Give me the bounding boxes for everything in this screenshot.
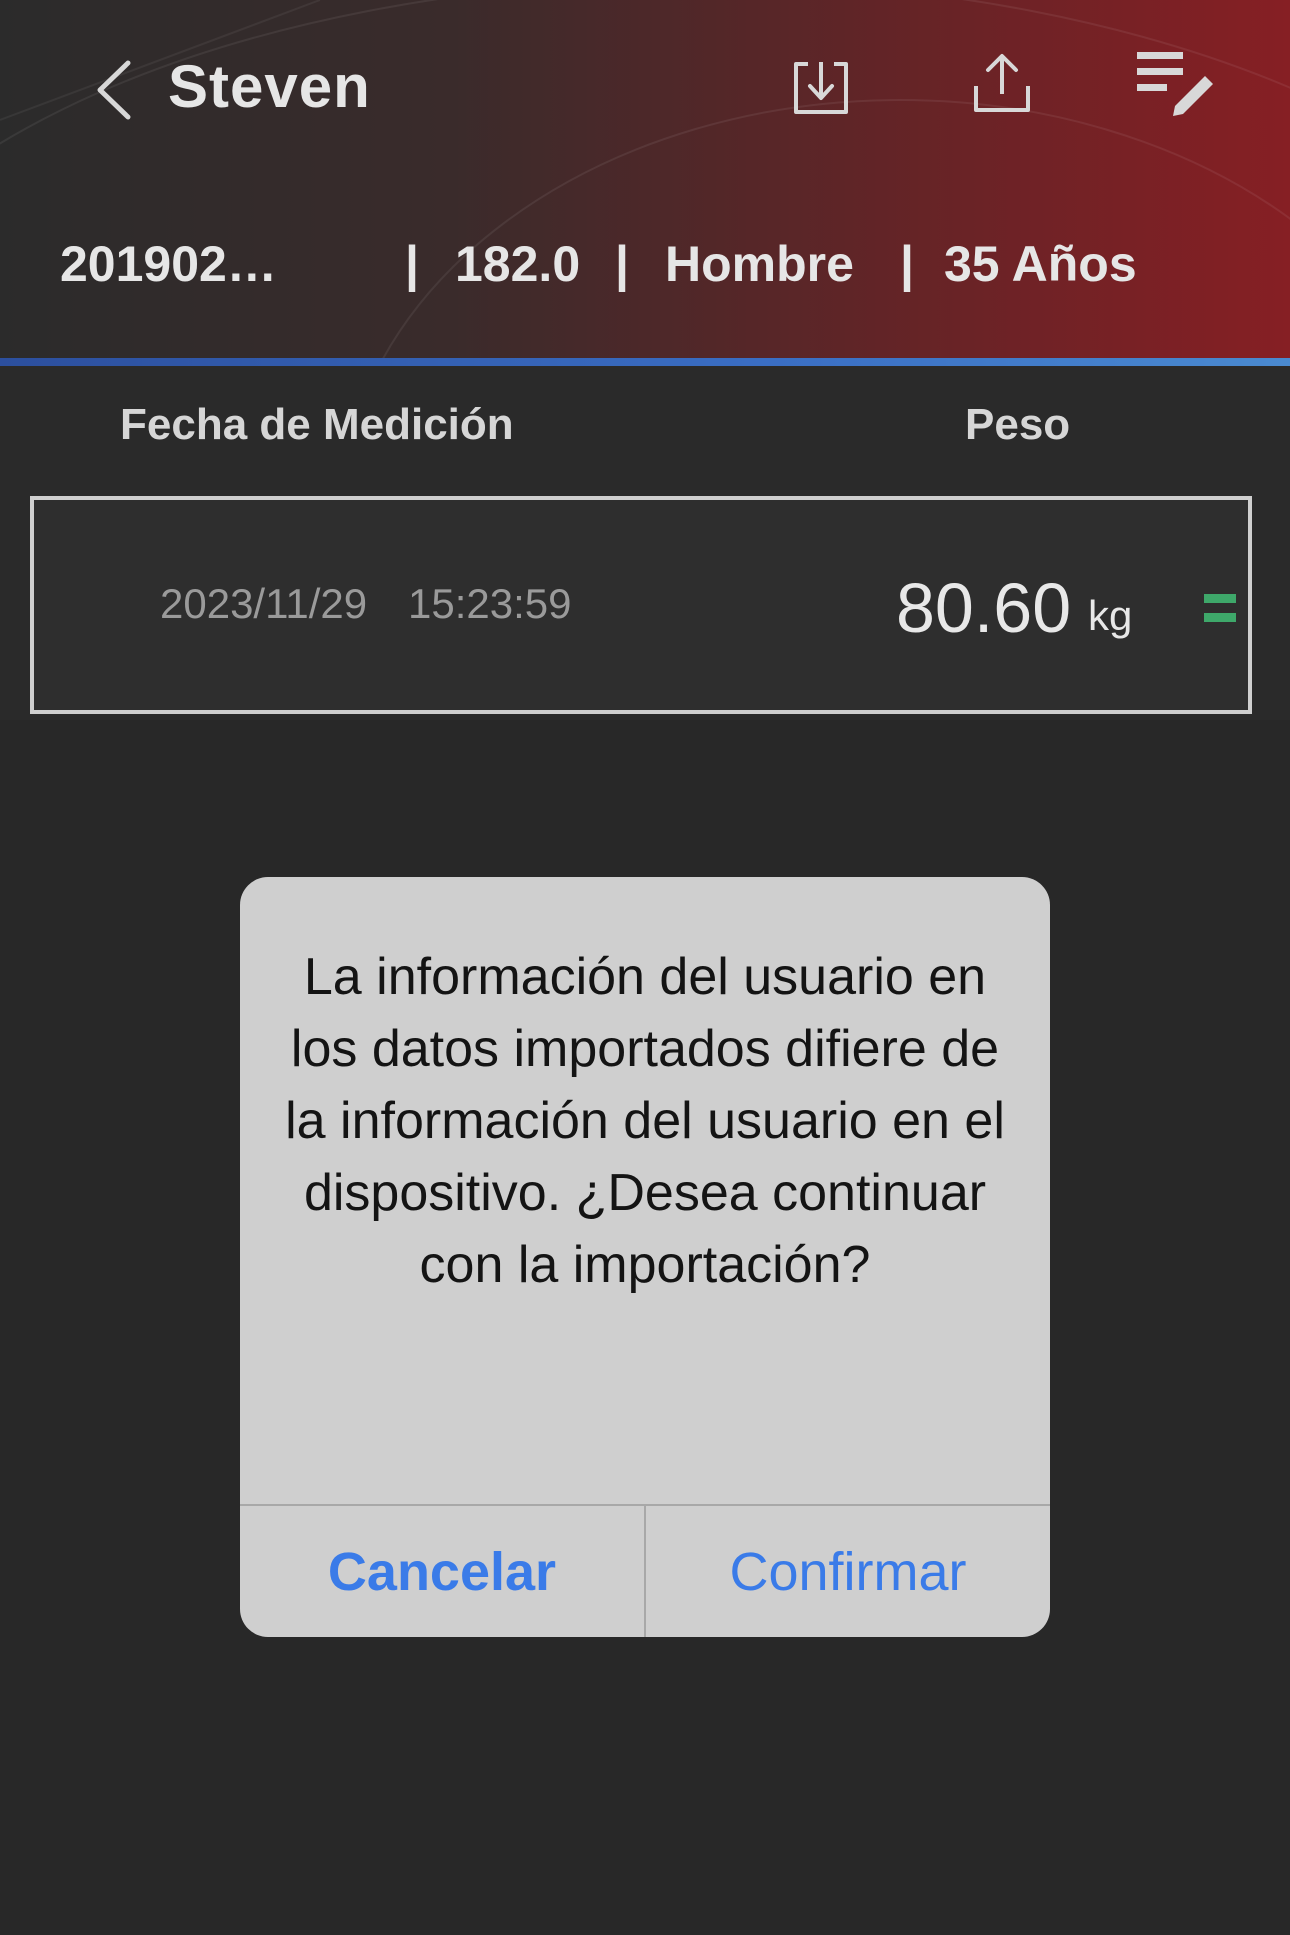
- record-time: 15:23:59: [408, 580, 572, 627]
- user-age: 35 Años: [944, 236, 1137, 292]
- table-row[interactable]: 2023/11/29 15:23:59 80.60 kg: [30, 496, 1252, 714]
- confirm-button[interactable]: Confirmar: [646, 1506, 1050, 1637]
- separator: |: [615, 236, 629, 292]
- user-gender: Hombre: [665, 236, 854, 292]
- column-header-weight: Peso: [965, 400, 1071, 449]
- user-info-row: 201902… | 182.0 | Hombre | 35 Años: [60, 235, 1260, 305]
- user-height: 182.0: [455, 236, 581, 292]
- edit-list-icon[interactable]: [1135, 48, 1215, 118]
- equal-status-icon: [1204, 594, 1236, 624]
- app-header: Steven 201902… | 182.0 | Hombre | 35 Año…: [0, 0, 1290, 360]
- separator: |: [900, 236, 914, 292]
- import-icon[interactable]: [790, 58, 852, 118]
- column-header-date: Fecha de Medición: [120, 400, 514, 449]
- user-id: 201902…: [60, 236, 277, 292]
- page-title: Steven: [168, 53, 371, 120]
- export-icon[interactable]: [970, 50, 1034, 116]
- record-unit: kg: [1088, 592, 1133, 639]
- chevron-left-icon[interactable]: [90, 55, 140, 125]
- import-confirm-dialog: La información del usuario en los datos …: [240, 877, 1050, 1637]
- record-date: 2023/11/29: [160, 580, 368, 627]
- header-divider: [0, 358, 1290, 366]
- cancel-button[interactable]: Cancelar: [240, 1506, 644, 1637]
- record-weight: 80.60: [896, 569, 1072, 647]
- dialog-message: La información del usuario en los datos …: [285, 948, 1005, 1294]
- separator: |: [405, 236, 419, 292]
